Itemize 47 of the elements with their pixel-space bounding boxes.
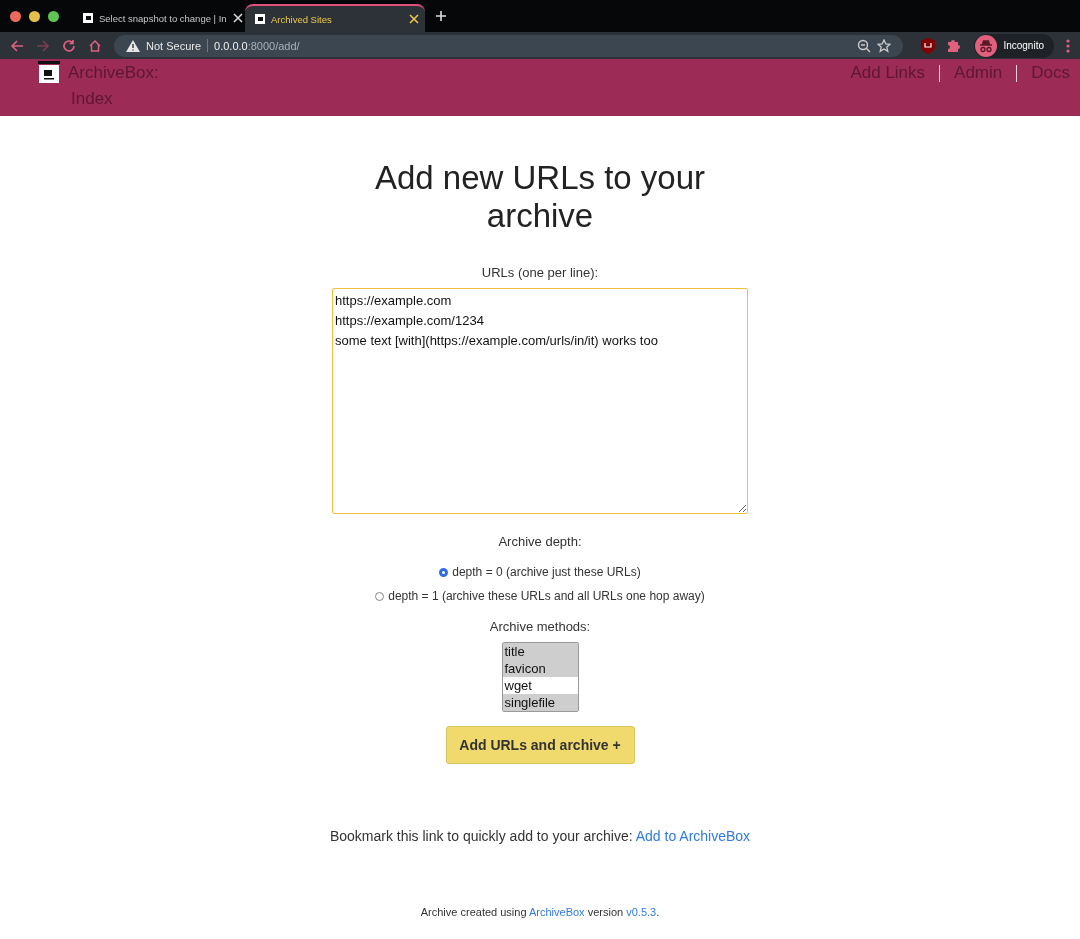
close-tab-icon[interactable] <box>232 13 243 23</box>
radio-button[interactable] <box>375 591 385 601</box>
methods-listbox[interactable]: title favicon wget singlefile <box>501 642 579 712</box>
back-icon[interactable] <box>10 38 24 53</box>
zoom-out-icon[interactable] <box>857 38 872 53</box>
close-window-icon[interactable] <box>10 10 21 22</box>
new-tab-icon[interactable] <box>435 10 447 22</box>
urls-label: URLs (one per line): <box>481 265 599 280</box>
puzzle-icon[interactable] <box>947 38 963 53</box>
page-title: Add new URLs to your archive <box>373 159 707 235</box>
profile-button[interactable]: Incognito <box>974 33 1054 58</box>
listbox-option[interactable]: favicon <box>502 660 578 677</box>
url-path: :8000/add/ <box>247 39 300 52</box>
browser-tab[interactable]: Archived Sites <box>245 4 425 32</box>
shield-icon[interactable] <box>921 37 936 54</box>
logo-icon[interactable] <box>38 61 60 83</box>
radio-button[interactable] <box>439 567 449 577</box>
bookmarklet-link[interactable]: Add to ArchiveBox <box>635 828 751 844</box>
minimize-window-icon[interactable] <box>29 10 40 22</box>
urls-field[interactable]: https://example.com https://example.com/1234 some text [with](https://example.com/urls/in/it) works too <box>332 288 748 514</box>
bookmark-text: Bookmark this link to quickly add to your archive: Add to ArchiveBox <box>329 828 751 844</box>
security-label: Not Secure <box>146 39 202 52</box>
menu-icon[interactable] <box>1066 38 1070 53</box>
radio-label[interactable]: depth = 1 (archive these URLs and all URLs one hop away) <box>388 589 705 603</box>
url-host: 0.0.0.0 <box>214 39 248 52</box>
address-bar[interactable]: Not Secure 0.0.0.0:8000/add/ <box>114 34 904 57</box>
close-tab-icon[interactable] <box>409 14 419 24</box>
depth-label: Archive depth: <box>498 534 582 549</box>
tab-title: Select snapshot to change | In <box>99 12 227 24</box>
home-icon[interactable] <box>88 38 102 53</box>
listbox-option[interactable]: wget <box>502 677 578 694</box>
footer-link[interactable]: ArchiveBox <box>529 906 585 918</box>
maximize-window-icon[interactable] <box>48 10 59 22</box>
listbox-option[interactable]: title <box>502 643 578 660</box>
reload-icon[interactable] <box>62 38 76 53</box>
star-icon[interactable] <box>877 38 892 53</box>
radio-label[interactable]: depth = 0 (archive just these URLs) <box>452 565 641 579</box>
favicon-icon <box>83 13 93 23</box>
warning-icon <box>126 39 140 52</box>
tab-title: Archived Sites <box>271 13 333 25</box>
listbox-option[interactable]: singlefile <box>502 694 578 711</box>
methods-label: Archive methods: <box>489 619 591 634</box>
browser-tab[interactable]: Select snapshot to change | In <box>73 4 245 32</box>
favicon-icon <box>255 14 265 24</box>
footer-text: Archive created using ArchiveBox version v0.5.3. <box>420 906 660 918</box>
incognito-icon <box>975 34 998 57</box>
submit-button[interactable]: Add URLs and archive + <box>445 726 635 764</box>
